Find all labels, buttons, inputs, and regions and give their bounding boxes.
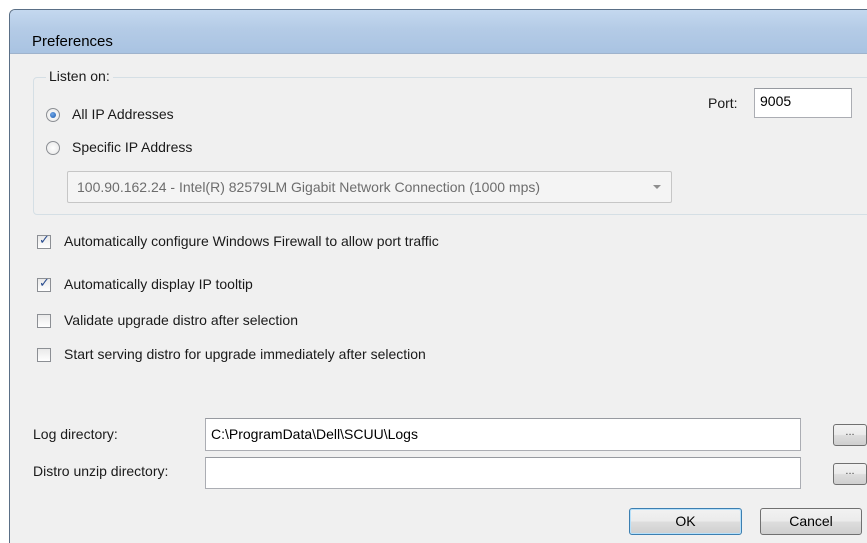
start-serving-checkbox-label[interactable]: Start serving distro for upgrade immedia… xyxy=(64,346,426,362)
network-adapter-selected-value: 100.90.162.24 - Intel(R) 82579LM Gigabit… xyxy=(77,179,541,195)
specific-ip-address-label[interactable]: Specific IP Address xyxy=(72,139,192,155)
dialog-title: Preferences xyxy=(32,33,113,50)
listen-on-legend: Listen on: xyxy=(46,68,113,84)
log-directory-label: Log directory: xyxy=(33,426,118,442)
cancel-button[interactable]: Cancel xyxy=(760,508,862,535)
ip-tooltip-checkbox-label[interactable]: Automatically display IP tooltip xyxy=(64,276,253,292)
ok-button[interactable]: OK xyxy=(629,508,742,535)
title-bar[interactable]: Preferences xyxy=(10,10,867,54)
log-directory-browse-button[interactable]: ... xyxy=(833,424,867,446)
log-directory-input[interactable]: C:\ProgramData\Dell\SCUU\Logs xyxy=(205,418,801,451)
validate-distro-checkbox-label[interactable]: Validate upgrade distro after selection xyxy=(64,312,298,328)
port-label: Port: xyxy=(708,95,738,111)
all-ip-addresses-radio[interactable] xyxy=(46,108,60,122)
validate-distro-checkbox[interactable] xyxy=(37,314,51,328)
all-ip-addresses-label[interactable]: All IP Addresses xyxy=(72,106,174,122)
firewall-checkbox[interactable] xyxy=(37,233,51,249)
distro-unzip-directory-label: Distro unzip directory: xyxy=(33,463,169,479)
distro-unzip-directory-browse-button[interactable]: ... xyxy=(833,463,867,485)
specific-ip-address-radio[interactable] xyxy=(46,141,60,155)
network-adapter-select[interactable]: 100.90.162.24 - Intel(R) 82579LM Gigabit… xyxy=(67,171,672,203)
port-input[interactable]: 9005 xyxy=(754,88,852,118)
distro-unzip-directory-input[interactable] xyxy=(205,457,801,489)
firewall-checkbox-label[interactable]: Automatically configure Windows Firewall… xyxy=(64,233,439,249)
chevron-down-icon xyxy=(653,185,661,189)
ip-tooltip-checkbox[interactable] xyxy=(37,276,51,292)
start-serving-checkbox[interactable] xyxy=(37,348,51,362)
